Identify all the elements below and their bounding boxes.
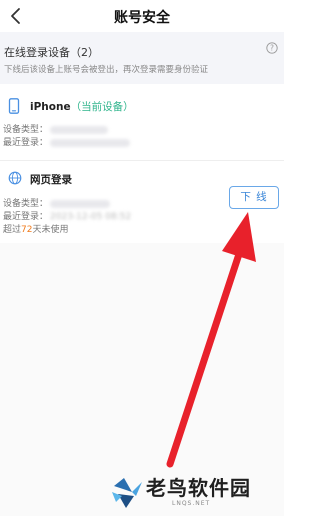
inactive-suffix: 天未使用 xyxy=(32,225,69,235)
page-title: 账号安全 xyxy=(114,10,170,26)
svg-text:?: ? xyxy=(270,44,274,53)
device-type-value xyxy=(50,125,109,134)
watermark: 老鸟软件园 LNQS.NET xyxy=(110,470,280,516)
watermark-text: 老鸟软件园 xyxy=(146,476,251,500)
online-devices-subtitle: 下线后该设备上账号会被登出，再次登录需要身份验证 xyxy=(4,65,209,75)
logout-button[interactable]: 下 线 xyxy=(229,186,279,209)
top-bar: 账号安全 xyxy=(0,0,284,32)
device-item-iphone: iPhone（当前设备） 设备类型： 最近登录： xyxy=(0,84,284,160)
recent-login-row: 最近登录： xyxy=(3,135,131,148)
current-device-tag: （当前设备） xyxy=(70,101,134,113)
device-type-label: 设备类型： xyxy=(3,199,49,209)
watermark-sub: LNQS.NET xyxy=(172,500,211,507)
recent-login-value xyxy=(50,138,131,147)
device-type-value xyxy=(50,199,111,208)
device-type-row: 设备类型： xyxy=(3,196,111,209)
recent-login-row: 最近登录： 2023-12-05 08:52 xyxy=(3,209,131,222)
recent-login-value: 2023-12-05 08:52 xyxy=(50,212,132,222)
bird-logo-icon xyxy=(112,478,142,508)
device-type-label: 设备类型： xyxy=(3,125,49,135)
device-name: 网页登录 xyxy=(30,174,72,186)
globe-icon xyxy=(8,171,22,185)
inactive-row: 超过72天未使用 xyxy=(3,222,68,235)
help-icon[interactable]: ? xyxy=(266,42,278,54)
phone-icon xyxy=(8,98,20,114)
device-name-text: iPhone xyxy=(30,101,71,113)
inactive-days: 72 xyxy=(21,225,33,235)
device-name: iPhone（当前设备） xyxy=(30,99,134,114)
recent-login-label: 最近登录： xyxy=(3,212,49,222)
recent-login-label: 最近登录： xyxy=(3,138,49,148)
online-devices-header: 在线登录设备（2） 下线后该设备上账号会被登出，再次登录需要身份验证 ? xyxy=(0,32,284,84)
device-type-row: 设备类型： xyxy=(3,122,109,135)
online-devices-title: 在线登录设备（2） xyxy=(4,46,99,59)
device-item-web: 网页登录 设备类型： 最近登录： 2023-12-05 08:52 超过72天未使… xyxy=(0,160,284,243)
inactive-prefix: 超过 xyxy=(3,225,22,235)
